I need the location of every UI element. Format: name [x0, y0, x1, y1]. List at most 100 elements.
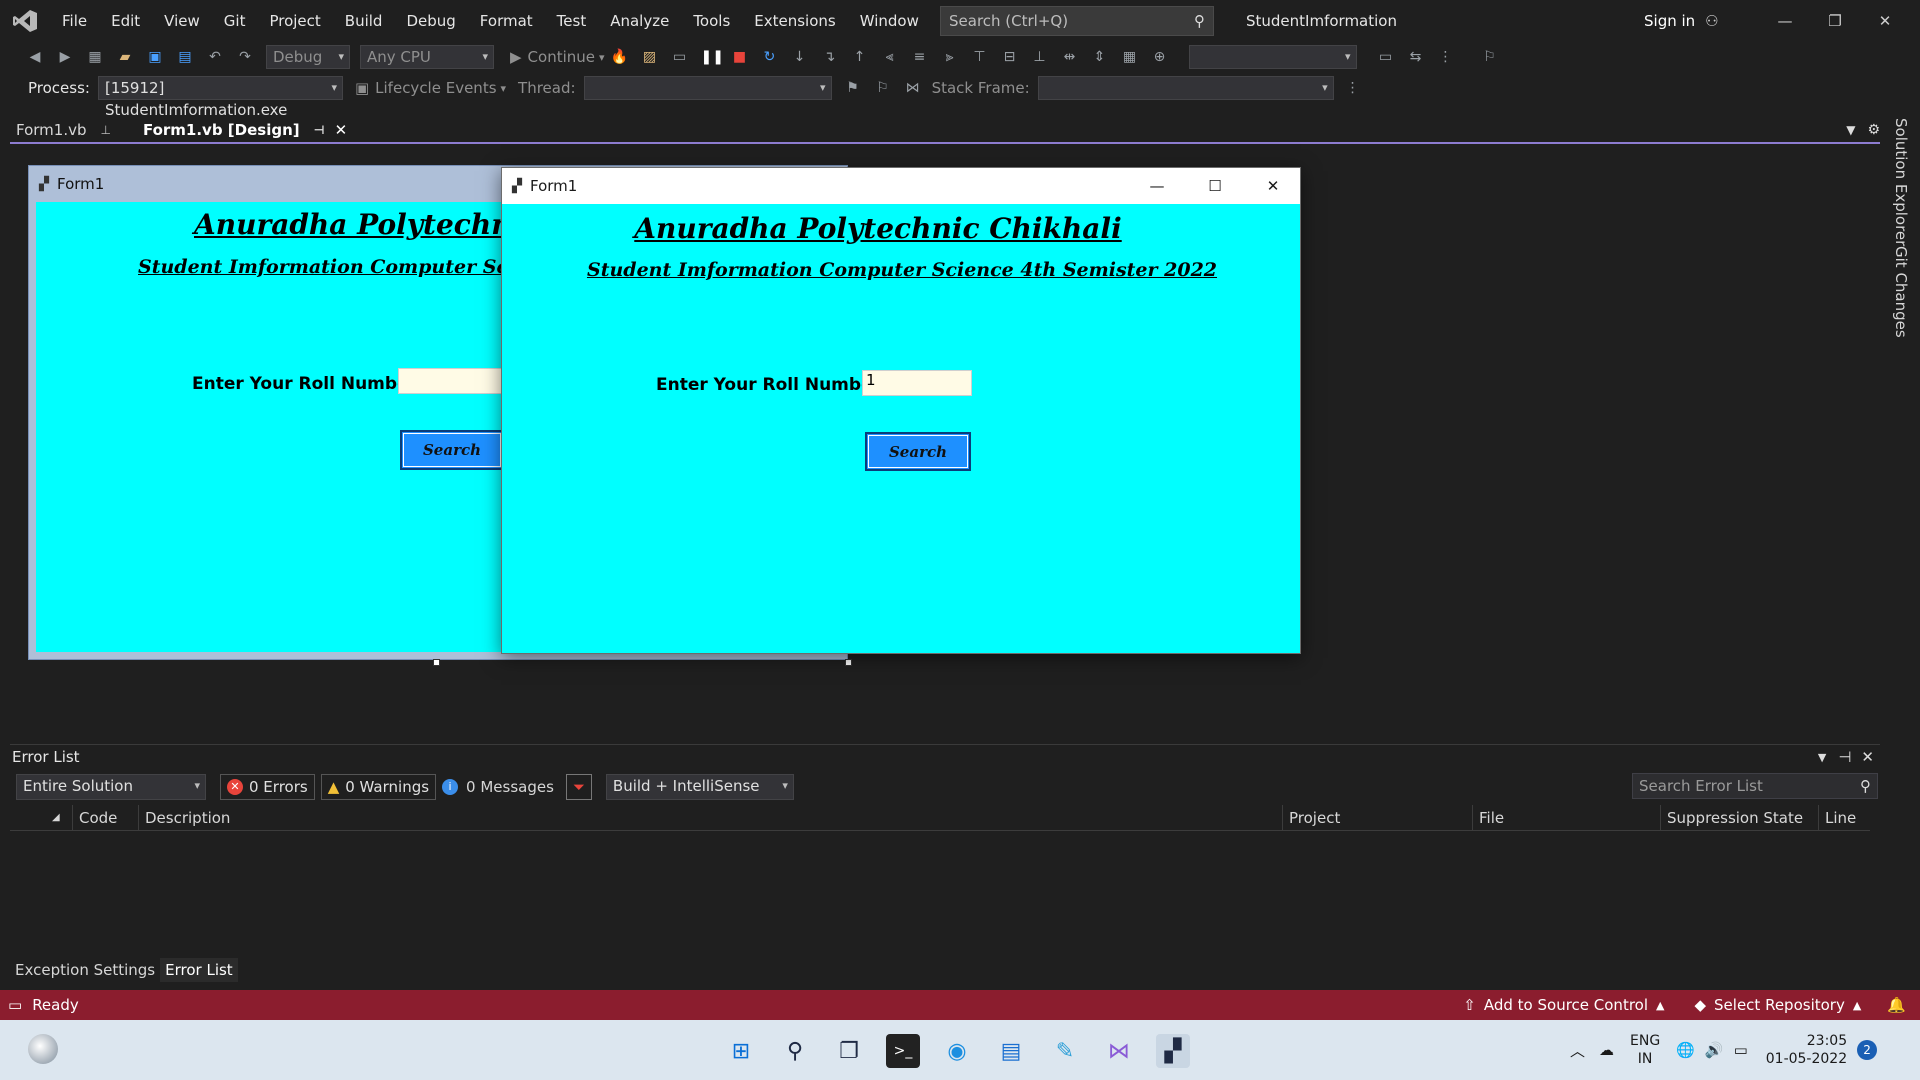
warnings-filter-button[interactable]: ▲ 0 Warnings	[320, 774, 437, 800]
pin-icon[interactable]: ⊥	[101, 118, 111, 142]
align-right-icon[interactable]: ⫸	[941, 48, 959, 66]
stack-icon[interactable]: ⋈	[904, 79, 922, 97]
resize-handle[interactable]	[433, 659, 440, 666]
cloud-icon[interactable]: ☁	[1599, 1041, 1614, 1059]
dropdown-icon[interactable]: ▼	[1818, 751, 1826, 764]
flag-all-icon[interactable]: ⚐	[874, 79, 892, 97]
notification-badge[interactable]: 2	[1857, 1040, 1878, 1060]
network-icon[interactable]: 🌐	[1676, 1041, 1695, 1059]
menu-build[interactable]: Build	[333, 0, 395, 42]
open-folder-icon[interactable]: ▰	[116, 48, 134, 66]
settings-icon[interactable]: ⚙	[1867, 122, 1880, 138]
tab-overflow-icon[interactable]: ▼	[1846, 123, 1855, 137]
step-out-icon[interactable]: ↑	[851, 48, 869, 66]
align-middle-icon[interactable]: ⊟	[1001, 48, 1019, 66]
tab-order-icon[interactable]: ⇆	[1407, 48, 1425, 66]
designer-search-button[interactable]: Search	[400, 430, 504, 470]
pin-icon[interactable]: ⊣	[1838, 748, 1851, 766]
menu-view[interactable]: View	[152, 0, 212, 42]
undo-icon[interactable]: ↶	[206, 48, 224, 66]
select-repository-button[interactable]: ◆ Select Repository ▲	[1694, 996, 1861, 1014]
tab-form1-vb[interactable]: Form1.vb ⊥	[10, 118, 117, 142]
search-icon[interactable]: ⚲	[778, 1034, 812, 1068]
edge-icon[interactable]: ◉	[940, 1034, 974, 1068]
layout-icon[interactable]: ▭	[671, 48, 689, 66]
menu-analyze[interactable]: Analyze	[598, 0, 681, 42]
filter-icon[interactable]: ⏷	[565, 774, 592, 800]
add-to-source-control-button[interactable]: ⇧ Add to Source Control ▲	[1463, 996, 1664, 1014]
notepad-icon[interactable]: ▤	[994, 1034, 1028, 1068]
errors-filter-button[interactable]: ✕ 0 Errors	[220, 774, 315, 800]
extra-select[interactable]	[1188, 45, 1357, 69]
size-icon[interactable]: ⇕	[1091, 48, 1109, 66]
weather-icon[interactable]	[28, 1034, 58, 1064]
paint-icon[interactable]: ✎	[1048, 1034, 1082, 1068]
pin-icon[interactable]: ⊣	[314, 118, 325, 142]
clock[interactable]: 23:05 01-05-2022	[1766, 1032, 1847, 1068]
step-over-icon[interactable]: ↴	[821, 48, 839, 66]
customize-icon[interactable]: ⋮	[1344, 79, 1362, 97]
git-changes-tab[interactable]: Git Changes	[1892, 246, 1910, 338]
stop-icon[interactable]: ■	[731, 48, 749, 66]
menu-test[interactable]: Test	[545, 0, 599, 42]
save-all-icon[interactable]: ▤	[176, 48, 194, 66]
column-line[interactable]: Line	[1818, 805, 1858, 831]
tab-exception-settings[interactable]: Exception Settings	[10, 958, 160, 982]
running-form-window[interactable]: ▞ Form1 — ☐ ✕ Anuradha Polytechnic Chikh…	[501, 167, 1301, 654]
terminal-icon[interactable]: >_	[886, 1034, 920, 1068]
tab-form1-design[interactable]: Form1.vb [Design] ⊣ ✕	[136, 118, 354, 142]
feedback-icon[interactable]: ⚐	[1481, 48, 1499, 66]
messages-filter-button[interactable]: i 0 Messages	[442, 778, 554, 796]
language-indicator[interactable]: ENG IN	[1630, 1032, 1660, 1068]
zoom-icon[interactable]: ⊕	[1151, 48, 1169, 66]
column-suppression-state[interactable]: Suppression State	[1660, 805, 1818, 831]
column-description[interactable]: Description	[138, 805, 1282, 831]
build-filter-select[interactable]: Build + IntelliSense	[605, 774, 794, 800]
battery-icon[interactable]: ▭	[1734, 1041, 1748, 1059]
save-icon[interactable]: ▣	[146, 48, 164, 66]
sign-in-button[interactable]: Sign in ⚇	[1644, 0, 1719, 42]
window-icon[interactable]: ▭	[1377, 48, 1395, 66]
hot-reload-icon[interactable]: 🔥	[611, 48, 629, 66]
volume-icon[interactable]: 🔊	[1705, 1041, 1724, 1059]
lifecycle-events-button[interactable]: ▣ Lifecycle Events ▾	[355, 79, 506, 97]
config-select[interactable]: Debug	[266, 45, 350, 69]
menu-git[interactable]: Git	[212, 0, 258, 42]
column-file[interactable]: File	[1472, 805, 1660, 831]
flag-icon[interactable]: ⚑	[844, 79, 862, 97]
maximize-icon[interactable]: ☐	[1186, 177, 1244, 195]
menu-project[interactable]: Project	[257, 0, 332, 42]
menu-edit[interactable]: Edit	[99, 0, 152, 42]
grid-icon[interactable]: ▦	[1121, 48, 1139, 66]
back-icon[interactable]: ◀	[26, 48, 44, 66]
menu-file[interactable]: File	[50, 0, 99, 42]
tab-error-list[interactable]: Error List	[160, 958, 238, 982]
stack-frame-select[interactable]	[1037, 76, 1334, 100]
start-icon[interactable]: ⊞	[724, 1034, 758, 1068]
running-search-button[interactable]: Search	[865, 432, 971, 471]
menu-tools[interactable]: Tools	[681, 0, 742, 42]
restart-icon[interactable]: ↻	[761, 48, 779, 66]
close-tab-icon[interactable]: ✕	[335, 118, 348, 142]
task-view-icon[interactable]: ❐	[832, 1034, 866, 1068]
browse-icon[interactable]: ▨	[641, 48, 659, 66]
platform-select[interactable]: Any CPU	[360, 45, 494, 69]
search-input[interactable]: Search (Ctrl+Q) ⚲	[940, 6, 1214, 36]
align-bottom-icon[interactable]: ⊥	[1031, 48, 1049, 66]
scope-select[interactable]: Entire Solution	[16, 774, 206, 800]
menu-debug[interactable]: Debug	[394, 0, 467, 42]
solution-explorer-tab[interactable]: Solution Explorer	[1892, 118, 1910, 246]
restore-icon[interactable]: ❐	[1810, 12, 1860, 30]
designer-roll-input[interactable]	[398, 368, 518, 394]
align-left-icon[interactable]: ⫷	[881, 48, 899, 66]
visual-studio-icon[interactable]: ⋈	[1102, 1034, 1136, 1068]
redo-icon[interactable]: ↷	[236, 48, 254, 66]
process-select[interactable]: [15912] StudentImformation.exe	[97, 76, 343, 119]
align-center-icon[interactable]: ≡	[911, 48, 929, 66]
notifications-icon[interactable]: 🔔	[1887, 996, 1906, 1014]
chevron-up-icon[interactable]: ︿	[1570, 1040, 1585, 1061]
align-top-icon[interactable]: ⊤	[971, 48, 989, 66]
resize-handle[interactable]	[845, 659, 852, 666]
form-app-icon[interactable]: ▞	[1156, 1034, 1190, 1068]
pause-icon[interactable]: ❚❚	[701, 48, 724, 66]
